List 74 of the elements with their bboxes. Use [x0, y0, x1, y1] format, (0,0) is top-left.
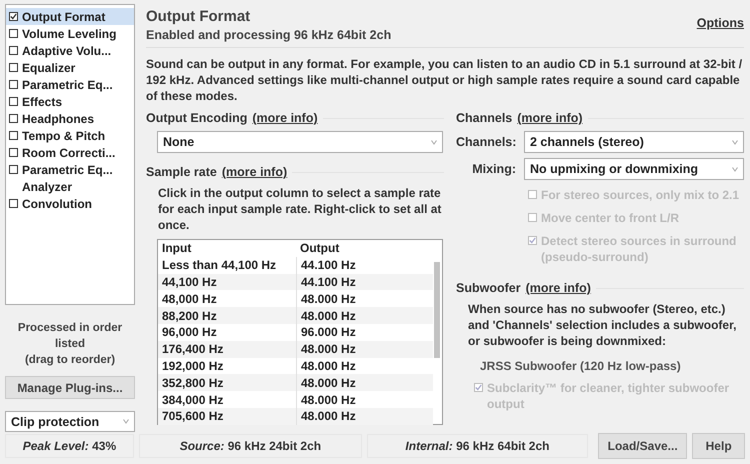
- plugin-item[interactable]: Output Format: [6, 8, 134, 25]
- section-title: Subwoofer: [456, 281, 521, 295]
- plugin-item[interactable]: Adaptive Volu...: [6, 42, 134, 59]
- checkbox[interactable]: [9, 114, 18, 123]
- more-info-link[interactable]: (more info): [526, 281, 591, 295]
- table-cell: 88,200 Hz: [158, 307, 297, 324]
- subwoofer-text: When source has no subwoofer (Stereo, etc.) and 'Channels' selection includes a subwoofer, or subwoofer is being downmixed:: [468, 301, 738, 349]
- column-header: Input: [161, 240, 192, 257]
- hint-text: Processed in order listed: [16, 321, 124, 352]
- checkbox[interactable]: [9, 148, 18, 157]
- options-link[interactable]: Options: [696, 16, 744, 30]
- table-cell: 176,400 Hz: [158, 340, 297, 358]
- encoding-dropdown[interactable]: None: [157, 131, 443, 153]
- table-cell: 352,800 Hz: [158, 374, 297, 392]
- table-cell[interactable]: 48.000 Hz: [297, 392, 356, 407]
- table-cell: 44,100 Hz: [158, 274, 297, 290]
- caret-icon: [732, 140, 738, 144]
- table-cell[interactable]: 48.000 Hz: [297, 409, 356, 424]
- page-title: Output Format: [146, 8, 252, 25]
- plugin-item[interactable]: Equalizer: [6, 59, 134, 76]
- checkbox[interactable]: [9, 199, 18, 208]
- plugin-item[interactable]: Room Correcti...: [6, 144, 134, 161]
- status-panel: Internal: 96 kHz 64bit 2ch: [366, 434, 588, 458]
- table-cell[interactable]: 44.100 Hz: [297, 274, 356, 289]
- checkbox[interactable]: [9, 46, 18, 55]
- description-text: Sound can be output in any format. For example, you can listen to an audio CD in 5.1 surround at 32-bit / 192 kHz. Advanced settings like multi-channel output or high sample rates require a sound card capable of these modes.: [146, 56, 744, 104]
- scrollbar-thumb[interactable]: [434, 262, 440, 358]
- checkbox[interactable]: [9, 29, 18, 38]
- checkbox[interactable]: [9, 131, 18, 140]
- clip-dropdown[interactable]: Clip protection: [5, 411, 135, 432]
- table-cell[interactable]: 48.000 Hz: [297, 342, 356, 356]
- checkbox[interactable]: [9, 165, 18, 174]
- status-panel: Peak Level: 43%: [5, 434, 134, 458]
- section-title: Sample rate: [146, 165, 217, 179]
- checkbox[interactable]: [9, 97, 18, 106]
- more-info-link[interactable]: (more info): [517, 111, 583, 125]
- table-cell[interactable]: 44.100 Hz: [297, 258, 356, 272]
- select-dropdown[interactable]: No upmixing or downmixing: [524, 158, 744, 180]
- plugin-item[interactable]: Analyzer: [6, 178, 134, 195]
- field-label: Mixing:: [471, 162, 517, 176]
- table-cell[interactable]: 96.000 Hz: [297, 325, 356, 340]
- plugin-item[interactable]: Parametric Eq...: [6, 76, 134, 93]
- caret-icon: [732, 166, 738, 172]
- plugin-item[interactable]: Volume Leveling: [6, 25, 134, 42]
- section-title: Channels: [456, 111, 512, 125]
- checkbox[interactable]: [9, 12, 18, 21]
- checkbox[interactable]: [9, 63, 18, 72]
- load-save-button[interactable]: Load/Save...: [598, 433, 688, 459]
- status-panel: Source: 96 kHz 24bit 2ch: [138, 434, 362, 458]
- field-label: Channels:: [456, 135, 518, 149]
- table-cell[interactable]: 48.000 Hz: [297, 308, 356, 323]
- status-subtitle: Enabled and processing 96 kHz 64bit 2ch: [146, 28, 392, 42]
- plugin-item[interactable]: Convolution: [6, 195, 134, 212]
- table-cell[interactable]: 48.000 Hz: [297, 292, 356, 306]
- hint-text: (drag to reorder): [24, 353, 116, 368]
- table-cell[interactable]: 48.000 Hz: [297, 358, 356, 373]
- help-button[interactable]: Help: [692, 433, 745, 459]
- column-header: Output: [299, 241, 340, 256]
- section-title: Output Encoding: [146, 111, 248, 125]
- instruction-text: Click in the output column to select a sample rate for each input sample rate. Right-click to set all at once.: [158, 185, 442, 233]
- checkbox[interactable]: [9, 80, 18, 89]
- caret-icon: [123, 419, 129, 424]
- select-dropdown[interactable]: 2 channels (stereo): [524, 131, 744, 153]
- plugin-item[interactable]: Headphones: [6, 110, 134, 127]
- plugin-item[interactable]: Effects: [6, 93, 134, 110]
- subwoofer-mode: JRSS Subwoofer (120 Hz low-pass): [480, 359, 682, 373]
- plugin-item[interactable]: Parametric Eq...: [6, 161, 134, 178]
- manage-plugins-button[interactable]: Manage Plug-ins...: [5, 376, 135, 400]
- more-info-link[interactable]: (more info): [222, 165, 288, 179]
- table-cell[interactable]: 48.000 Hz: [297, 376, 356, 390]
- plugin-item[interactable]: Tempo & Pitch: [6, 127, 134, 144]
- table-cell: 705,600 Hz: [158, 408, 297, 425]
- caret-icon: [431, 140, 437, 144]
- more-info-link[interactable]: (more info): [252, 111, 318, 125]
